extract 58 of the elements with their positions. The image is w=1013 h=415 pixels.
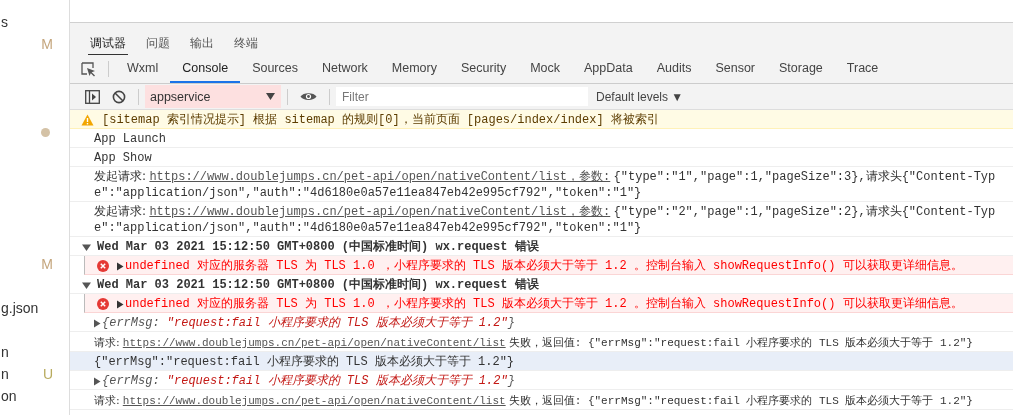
git-status: M [41,256,53,272]
collapse-caret-icon[interactable] [82,281,91,290]
group-header: Wed Mar 03 2021 15:12:50 GMT+0800 (中国标准时间) wx.request 错误 [97,239,539,255]
panel-tab[interactable]: 问题 [146,33,180,54]
devtools-tab[interactable]: Audits [644,54,704,83]
expand-caret-icon[interactable] [94,377,101,386]
file-name[interactable]: s [1,14,8,30]
panel-tab[interactable]: 调试器 [88,33,128,55]
devtools-tab[interactable]: Wxml [115,54,171,83]
file-name[interactable]: g.json [1,300,39,316]
url-link[interactable]: https://www.doublejumps.cn/pet-api/open/nativeContent/list，参数: [149,170,611,184]
log-message: App Show [94,150,152,166]
git-status: U [42,366,53,382]
git-status: M [41,36,53,52]
object-preview[interactable]: {errMsg: "request:fail 小程序要求的 TLS 版本必须大于等于 1.2"} [102,315,515,331]
error-icon [97,260,109,272]
file-name[interactable]: n [1,344,9,360]
log-message: {"errMsg":"request:fail 小程序要求的 TLS 版本必须大于等于 1.2"} [94,354,515,370]
devtools-tab[interactable]: Mock [518,54,572,83]
inspect-icon[interactable] [80,60,96,77]
object-preview[interactable]: {errMsg: "request:fail 小程序要求的 TLS 版本必须大于等于 1.2"} [102,373,515,389]
context-select[interactable]: appservice [145,85,281,108]
collapse-caret-icon[interactable] [82,243,91,252]
eye-icon[interactable] [300,91,317,102]
clear-icon[interactable] [112,89,126,104]
error-message: undefined 对应的服务器 TLS 为 TLS 1.0 ，小程序要求的 TLS 版本必须大于等于 1.2 。控制台输入 showRequestInfo() 可以获取更详细信息。 [125,296,963,312]
request-message: 请求: https://www.doublejumps.cn/pet-api/open/nativeContent/list 失败，返回值: {"errMsg":"request:fail 小程序要求的 TLS 版本必须大于等于 1.2"} [94,335,973,351]
panel-tab[interactable]: 终端 [234,33,268,54]
group-header: Wed Mar 03 2021 15:12:50 GMT+0800 (中国标准时间) wx.request 错误 [97,277,539,293]
expand-caret-icon[interactable] [117,300,124,309]
filter-field[interactable]: Filter [336,87,588,106]
log-message: App Launch [94,131,166,147]
file-name[interactable]: n [1,366,9,382]
devtools-tab[interactable]: Trace [834,54,891,83]
devtools-tab[interactable]: Sensor [703,54,768,83]
devtools-tab[interactable]: Security [449,54,519,83]
levels-dropdown[interactable]: Default levels ▼ [596,89,684,104]
request-message: 请求: https://www.doublejumps.cn/pet-api/open/nativeContent/list 失败，返回值: {"errMsg":"request:fail 小程序要求的 TLS 版本必须大于等于 1.2"} [94,393,973,409]
devtools-tab[interactable]: AppData [572,54,645,83]
file-name[interactable]: on [1,388,17,404]
url-link[interactable]: https://www.doublejumps.cn/pet-api/open/nativeContent/list，参数: [149,205,611,219]
request-message: 发起请求: https://www.doublejumps.cn/pet-api/open/nativeContent/list，参数: {"type":"1","page":1,"pageSize":3},请求头{"Content-Type":"application/json","auth":"4d6180e0a57e11ea847eb42e995cf792","token":"1"} [94,169,997,201]
devtools-tab[interactable]: Memory [379,54,449,83]
devtools-tab[interactable]: Network [310,54,380,83]
sidebar-toggle-icon[interactable] [85,89,100,104]
warning-message: [sitemap 索引情况提示] 根据 sitemap 的规则[0]，当前页面 [pages/index/index] 将被索引 [102,112,659,128]
request-message: 发起请求: https://www.doublejumps.cn/pet-api/open/nativeContent/list，参数: {"type":"2","page":1,"pageSize":2},请求头{"Content-Type":"application/json","auth":"4d6180e0a57e11ea847eb42e995cf792","token":"1"} [94,204,997,236]
expand-caret-icon[interactable] [94,319,101,328]
error-icon [97,298,109,310]
warning-icon [81,114,94,126]
panel-tab[interactable]: 输出 [190,33,224,54]
url-link[interactable]: https://www.doublejumps.cn/pet-api/open/nativeContent/list [122,395,506,407]
caret-icon [266,93,275,100]
devtools-tab[interactable]: Storage [767,54,835,83]
expand-caret-icon[interactable] [117,262,124,271]
error-message: undefined 对应的服务器 TLS 为 TLS 1.0 ，小程序要求的 TLS 版本必须大于等于 1.2 。控制台输入 showRequestInfo() 可以获取更详细信息。 [125,258,963,274]
url-link[interactable]: https://www.doublejumps.cn/pet-api/open/nativeContent/list [122,337,506,349]
devtools-tab[interactable]: Sources [240,54,310,83]
